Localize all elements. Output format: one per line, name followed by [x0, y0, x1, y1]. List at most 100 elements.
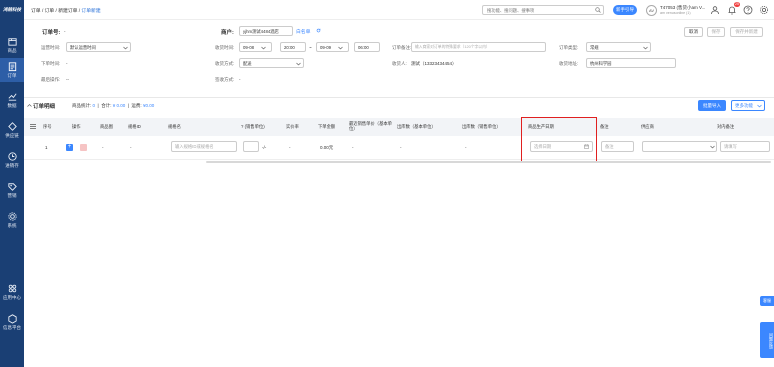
order-icon	[8, 62, 16, 72]
column-header: 供应商	[641, 124, 654, 129]
chevron-up-icon[interactable]	[27, 103, 32, 108]
cancel-button[interactable]: 取消	[684, 27, 703, 37]
help-icon[interactable]	[743, 5, 753, 15]
sidebar-item-platform[interactable]: 信息平台	[0, 310, 24, 334]
user-sub: am venusonline (1)	[660, 11, 691, 15]
column-header: 序号	[43, 124, 52, 129]
sidebar-item-marketing[interactable]: 营销	[0, 178, 24, 202]
feedback-tab[interactable]: 问题反馈	[760, 322, 774, 358]
row-recent-price: -	[352, 145, 354, 150]
refresh-icon[interactable]	[316, 28, 321, 33]
address-label: 收货地址:	[559, 61, 579, 66]
column-header: 商品图	[100, 124, 113, 129]
search-icon[interactable]	[595, 7, 601, 13]
sign-method-label: 签收方式:	[215, 77, 235, 82]
order-no-label: 订单号:	[42, 30, 61, 36]
batch-import-button[interactable]: 批量导入	[698, 100, 726, 111]
user-menu[interactable]: AV T47053 (售货小am V... am venusonline (1)	[646, 4, 716, 16]
shipping-label: 运营时间:	[41, 45, 61, 50]
sidebar-item-supply-chain[interactable]: 供应链	[0, 118, 24, 142]
whitelist-link[interactable]: 白名单	[296, 28, 310, 35]
sidebar-item-label: 应用中心	[3, 295, 21, 300]
address-field[interactable]: 杭州科学园	[586, 58, 676, 68]
date-start-select[interactable]: 09-08	[239, 42, 272, 52]
save-button[interactable]: 保存	[707, 27, 725, 37]
spec-name-input[interactable]: 输入规格ID或规格名	[171, 141, 237, 152]
avatar: AV	[646, 5, 657, 16]
detail-stats: 商品统计: 0 | 合计: ¥ 0.00 | 运费: ¥0.00	[72, 103, 155, 108]
inner-remark-input[interactable]: 请填写	[720, 141, 770, 152]
settings-icon[interactable]	[759, 5, 769, 15]
column-header: 实价率	[286, 124, 299, 129]
sidebar: 鸿鹄科技 商品 订单 数据 供应链 进销存 营销 系统 应用中心 信息平台	[0, 0, 24, 367]
breadcrumb: 订单 / 订单 / 新建订单 / 订单新建	[31, 9, 101, 14]
stats-total-label: 合计:	[101, 103, 112, 108]
quantity-input[interactable]	[243, 141, 259, 152]
sidebar-item-data[interactable]: 数据	[0, 88, 24, 112]
stats-items-label: 商品统计:	[72, 103, 92, 108]
chart-icon	[8, 93, 17, 101]
notification-badge: 25	[734, 2, 740, 7]
date-end-select[interactable]: 09-09	[316, 42, 349, 52]
sidebar-item-label: 系统	[7, 223, 17, 228]
column-header: 最近销售单价（基本单位）	[349, 121, 392, 131]
time-end-field[interactable]: 06:00	[354, 42, 380, 52]
table-row: 1 + - - 输入规格ID或规格名 -/- - 0.00元 - - - 选择日…	[24, 136, 774, 160]
breadcrumb-item[interactable]: 新建订单	[58, 9, 77, 14]
order-remark-input[interactable]: 输入商家对订单的特殊要求（120个字以内）	[411, 42, 546, 52]
menu-icon[interactable]	[30, 124, 36, 129]
delivery-time-label: 收货时间:	[215, 45, 235, 50]
column-header: 规格ID	[128, 124, 141, 129]
sidebar-item-label: 营销	[7, 193, 17, 198]
search-input[interactable]	[482, 5, 604, 15]
delivery-method-select[interactable]: 配送	[239, 58, 304, 68]
top-bar: 订单 / 订单 / 新建订单 / 订单新建 新手引导 AV T47053 (售货…	[24, 0, 774, 20]
customer-service-tab[interactable]: 客服	[760, 296, 774, 306]
sidebar-item-label: 商品	[7, 48, 17, 53]
breadcrumb-item[interactable]: 订单	[45, 9, 55, 14]
horizontal-scrollbar[interactable]	[206, 161, 771, 163]
breadcrumb-item[interactable]: 订单	[31, 9, 41, 14]
stats-freight-label: 运费:	[131, 103, 142, 108]
chevron-down-icon	[643, 46, 648, 50]
add-row-button[interactable]: +	[66, 144, 73, 151]
remark-input[interactable]: 备注	[601, 141, 634, 152]
sidebar-item-inventory[interactable]: 进销存	[0, 148, 24, 172]
chevron-down-icon	[123, 46, 128, 50]
order-no-value: -	[64, 29, 66, 34]
customer-field[interactable]: yjhm测试4484酒店	[239, 26, 293, 36]
row-spec-id: -	[130, 145, 132, 150]
sidebar-item-label: 订单	[7, 73, 17, 78]
shipping-select[interactable]: 默认运营时间	[66, 42, 131, 52]
supplier-select[interactable]	[642, 141, 717, 152]
contacts-icon[interactable]	[710, 5, 720, 15]
order-detail: 订单明细 商品统计: 0 | 合计: ¥ 0.00 | 运费: ¥0.00 批量…	[24, 98, 774, 367]
column-header: 对内备注	[717, 124, 735, 129]
sidebar-item-system[interactable]: 系统	[0, 208, 24, 232]
sidebar-item-label: 进销存	[5, 163, 19, 168]
column-header: 下单金额	[318, 124, 336, 129]
stats-items-value: 0	[92, 103, 96, 108]
guide-button[interactable]: 新手引导	[613, 5, 637, 15]
delivery-method-label: 收货方式:	[215, 61, 235, 66]
receiver-value: 测试（13323434454）	[411, 61, 457, 66]
sidebar-item-orders[interactable]: 订单	[0, 58, 24, 82]
save-new-button[interactable]: 保存并新建	[730, 27, 763, 37]
time-start-field[interactable]: 20:00	[280, 42, 306, 52]
inventory-icon	[7, 152, 17, 161]
platform-icon	[7, 314, 17, 324]
order-type-select[interactable]: 常规	[586, 42, 651, 52]
sidebar-item-apps[interactable]: 应用中心	[0, 280, 24, 304]
row-image: -	[102, 145, 104, 150]
receiver-label: 收货人:	[392, 61, 407, 66]
chevron-down-icon	[757, 104, 762, 108]
range-separator: ~	[309, 45, 312, 50]
apps-icon	[8, 284, 16, 293]
sidebar-item-products[interactable]: 商品	[0, 33, 24, 57]
order-time-label: 下单时间:	[41, 61, 61, 66]
highlight-box	[521, 117, 597, 163]
customer-label: 商户:	[221, 30, 234, 36]
order-type-label: 订单类型:	[559, 45, 579, 50]
sidebar-item-label: 数据	[7, 103, 17, 108]
delete-row-button[interactable]	[80, 144, 87, 151]
